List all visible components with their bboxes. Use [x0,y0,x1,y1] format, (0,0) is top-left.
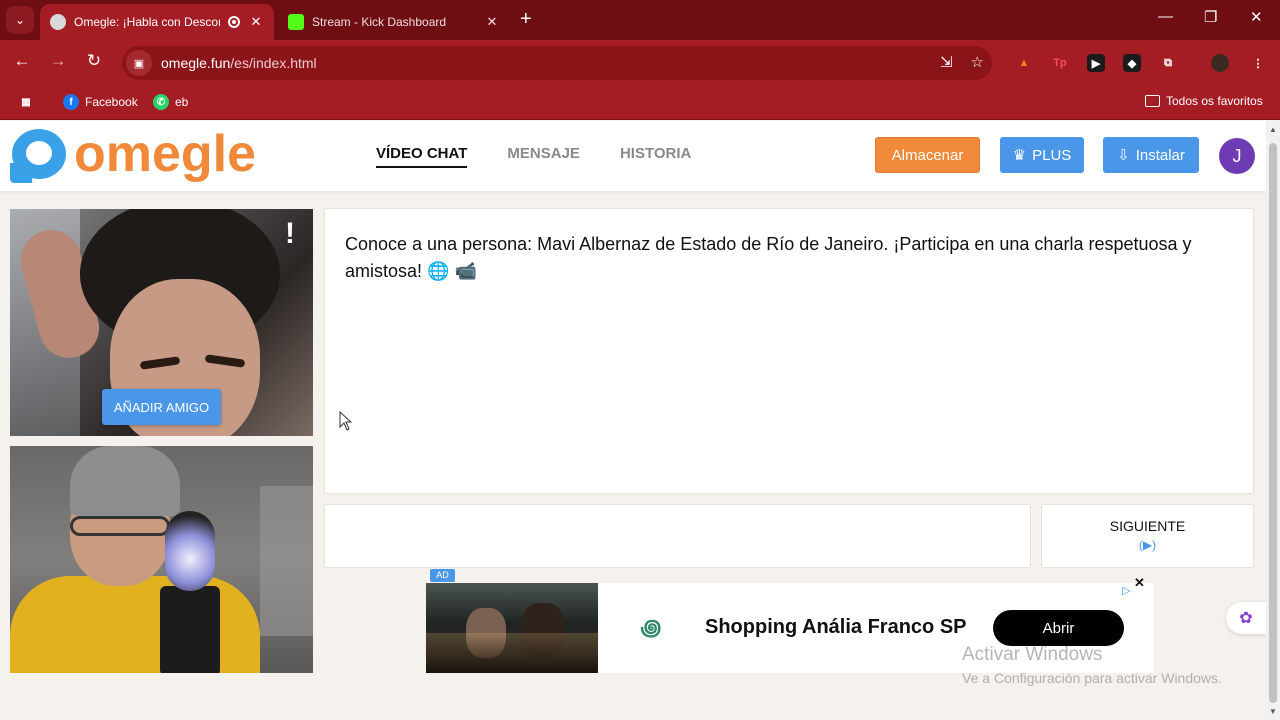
extension-fire-icon[interactable]: ▲ [1015,54,1033,72]
bookmark-facebook[interactable]: f Facebook [63,94,138,110]
tab-title: Omegle: ¡Habla con Descon [74,15,220,29]
camera-indicator-icon[interactable]: ▣ [126,50,152,76]
page-scrollbar[interactable]: ▲ ▼ [1266,121,1280,720]
window-close-icon[interactable]: ✕ [1250,8,1263,26]
logo-text: omegle [74,125,257,183]
bookmarks-bar: ▦ f Facebook ✆ eb Todos os favoritos [0,86,1280,120]
next-label: SIGUIENTE [1109,518,1186,534]
ad-close-icon[interactable]: ✕ [1134,575,1145,591]
stranger-video: ! AÑADIR AMIGO [10,209,313,436]
forward-icon[interactable]: → [46,51,70,71]
nav-mensaje[interactable]: MENSAJE [507,145,580,168]
tab-title: Stream - Kick Dashboard [312,15,447,29]
scroll-up-icon[interactable]: ▲ [1269,125,1277,134]
all-bookmarks[interactable]: Todos os favoritos [1145,94,1263,108]
browser-tab-strip: ⌄ Omegle: ¡Habla con Descon ✕ Stream - K… [0,0,1280,40]
install-label: Instalar [1135,146,1185,164]
ad-title: Shopping Anália Franco SP [705,616,967,638]
apps-grid-icon[interactable]: ▦ [18,94,34,110]
omnibox-actions: ⇲ ☆ [940,53,984,71]
logo-bubble-icon [10,125,70,183]
ad-brand-icon: ꩜ [640,615,662,640]
add-friend-button[interactable]: AÑADIR AMIGO [102,389,221,425]
nav-video-chat[interactable]: VÍDEO CHAT [376,145,468,168]
bookmark-label: Facebook [85,95,138,109]
grid-icon: ▦ [21,96,31,108]
close-tab-icon[interactable]: ✕ [248,14,264,30]
ad-image [426,583,598,673]
next-key-hint: (▶) [1138,538,1157,552]
bookmark-eb[interactable]: ✆ eb [153,94,188,110]
folder-icon [1145,95,1160,107]
scroll-thumb[interactable] [1269,143,1277,703]
back-icon[interactable]: ← [10,51,34,71]
plus-label: PLUS [1032,146,1072,164]
brain-widget-icon[interactable]: ✿ [1226,602,1266,634]
watermark-title: Activar Windows [962,644,1103,665]
report-button[interactable]: ! [285,217,295,251]
address-bar[interactable]: ▣ omegle.fun/es/index.html ⇲ ☆ [122,46,992,80]
main-nav: VÍDEO CHAT MENSAJE HISTORIA [376,145,691,168]
url-path: /es/index.html [230,55,317,71]
plus-button[interactable]: ♛ PLUS [1000,137,1084,173]
profile-avatar-icon[interactable] [1211,54,1229,72]
minimize-icon[interactable]: — [1158,8,1173,25]
extension-diamond-icon[interactable]: ◆ [1123,54,1141,72]
tab-kick[interactable]: Stream - Kick Dashboard ✕ [278,4,510,40]
chat-log: Conoce a una persona: Mavi Albernaz de E… [324,208,1254,494]
whatsapp-icon: ✆ [153,94,169,110]
nav-historia[interactable]: HISTORIA [620,145,691,168]
browser-toolbar: ← → ↻ ▣ omegle.fun/es/index.html ⇲ ☆ ▲ T… [0,40,1280,86]
self-video [10,446,313,673]
extensions-puzzle-icon[interactable]: ⧉ [1159,54,1177,72]
extension-media-icon[interactable]: ▶ [1087,54,1105,72]
browser-menu-icon[interactable]: ⋮ [1249,54,1267,72]
url-host: omegle.fun [161,55,231,71]
reload-icon[interactable]: ↻ [82,51,106,71]
next-button[interactable]: SIGUIENTE (▶) [1041,504,1254,568]
site-header: omegle VÍDEO CHAT MENSAJE HISTORIA Almac… [0,121,1266,191]
recording-icon [228,16,240,28]
ad-open-button[interactable]: Abrir [993,610,1124,646]
omegle-logo[interactable]: omegle [10,125,256,183]
user-avatar[interactable]: J [1219,138,1255,174]
ad-tag: AD [430,569,455,582]
chat-intro-message: Conoce a una persona: Mavi Albernaz de E… [345,234,1192,281]
adchoices-icon[interactable]: ▷ [1122,584,1130,597]
facebook-icon: f [63,94,79,110]
tab-omegle[interactable]: Omegle: ¡Habla con Descon ✕ [40,4,274,40]
windows-activation-watermark: Activar Windows Ve a Configuración para … [962,644,1222,686]
message-input[interactable] [324,504,1031,568]
all-bookmarks-label: Todos os favoritos [1166,94,1263,108]
bookmark-label: eb [175,95,189,109]
store-button[interactable]: Almacenar [875,137,980,173]
scroll-down-icon[interactable]: ▼ [1269,707,1277,716]
crown-icon: ♛ [1012,147,1027,164]
watermark-subtitle: Ve a Configuración para activar Windows. [962,670,1222,686]
install-button[interactable]: ⇩ Instalar [1103,137,1199,173]
install-app-icon[interactable]: ⇲ [940,53,953,71]
new-tab-button[interactable]: + [520,8,532,31]
bookmark-star-icon[interactable]: ☆ [971,53,984,71]
tab-search-button[interactable]: ⌄ [6,6,34,34]
extension-tp-icon[interactable]: Tp [1051,54,1069,72]
url-text: omegle.fun/es/index.html [161,55,317,71]
download-icon: ⇩ [1117,147,1130,164]
store-label: Almacenar [891,146,964,164]
kick-favicon [288,14,304,30]
close-tab-icon[interactable]: ✕ [484,14,500,30]
restore-icon[interactable]: ❐ [1204,8,1217,26]
omegle-favicon [50,14,66,30]
